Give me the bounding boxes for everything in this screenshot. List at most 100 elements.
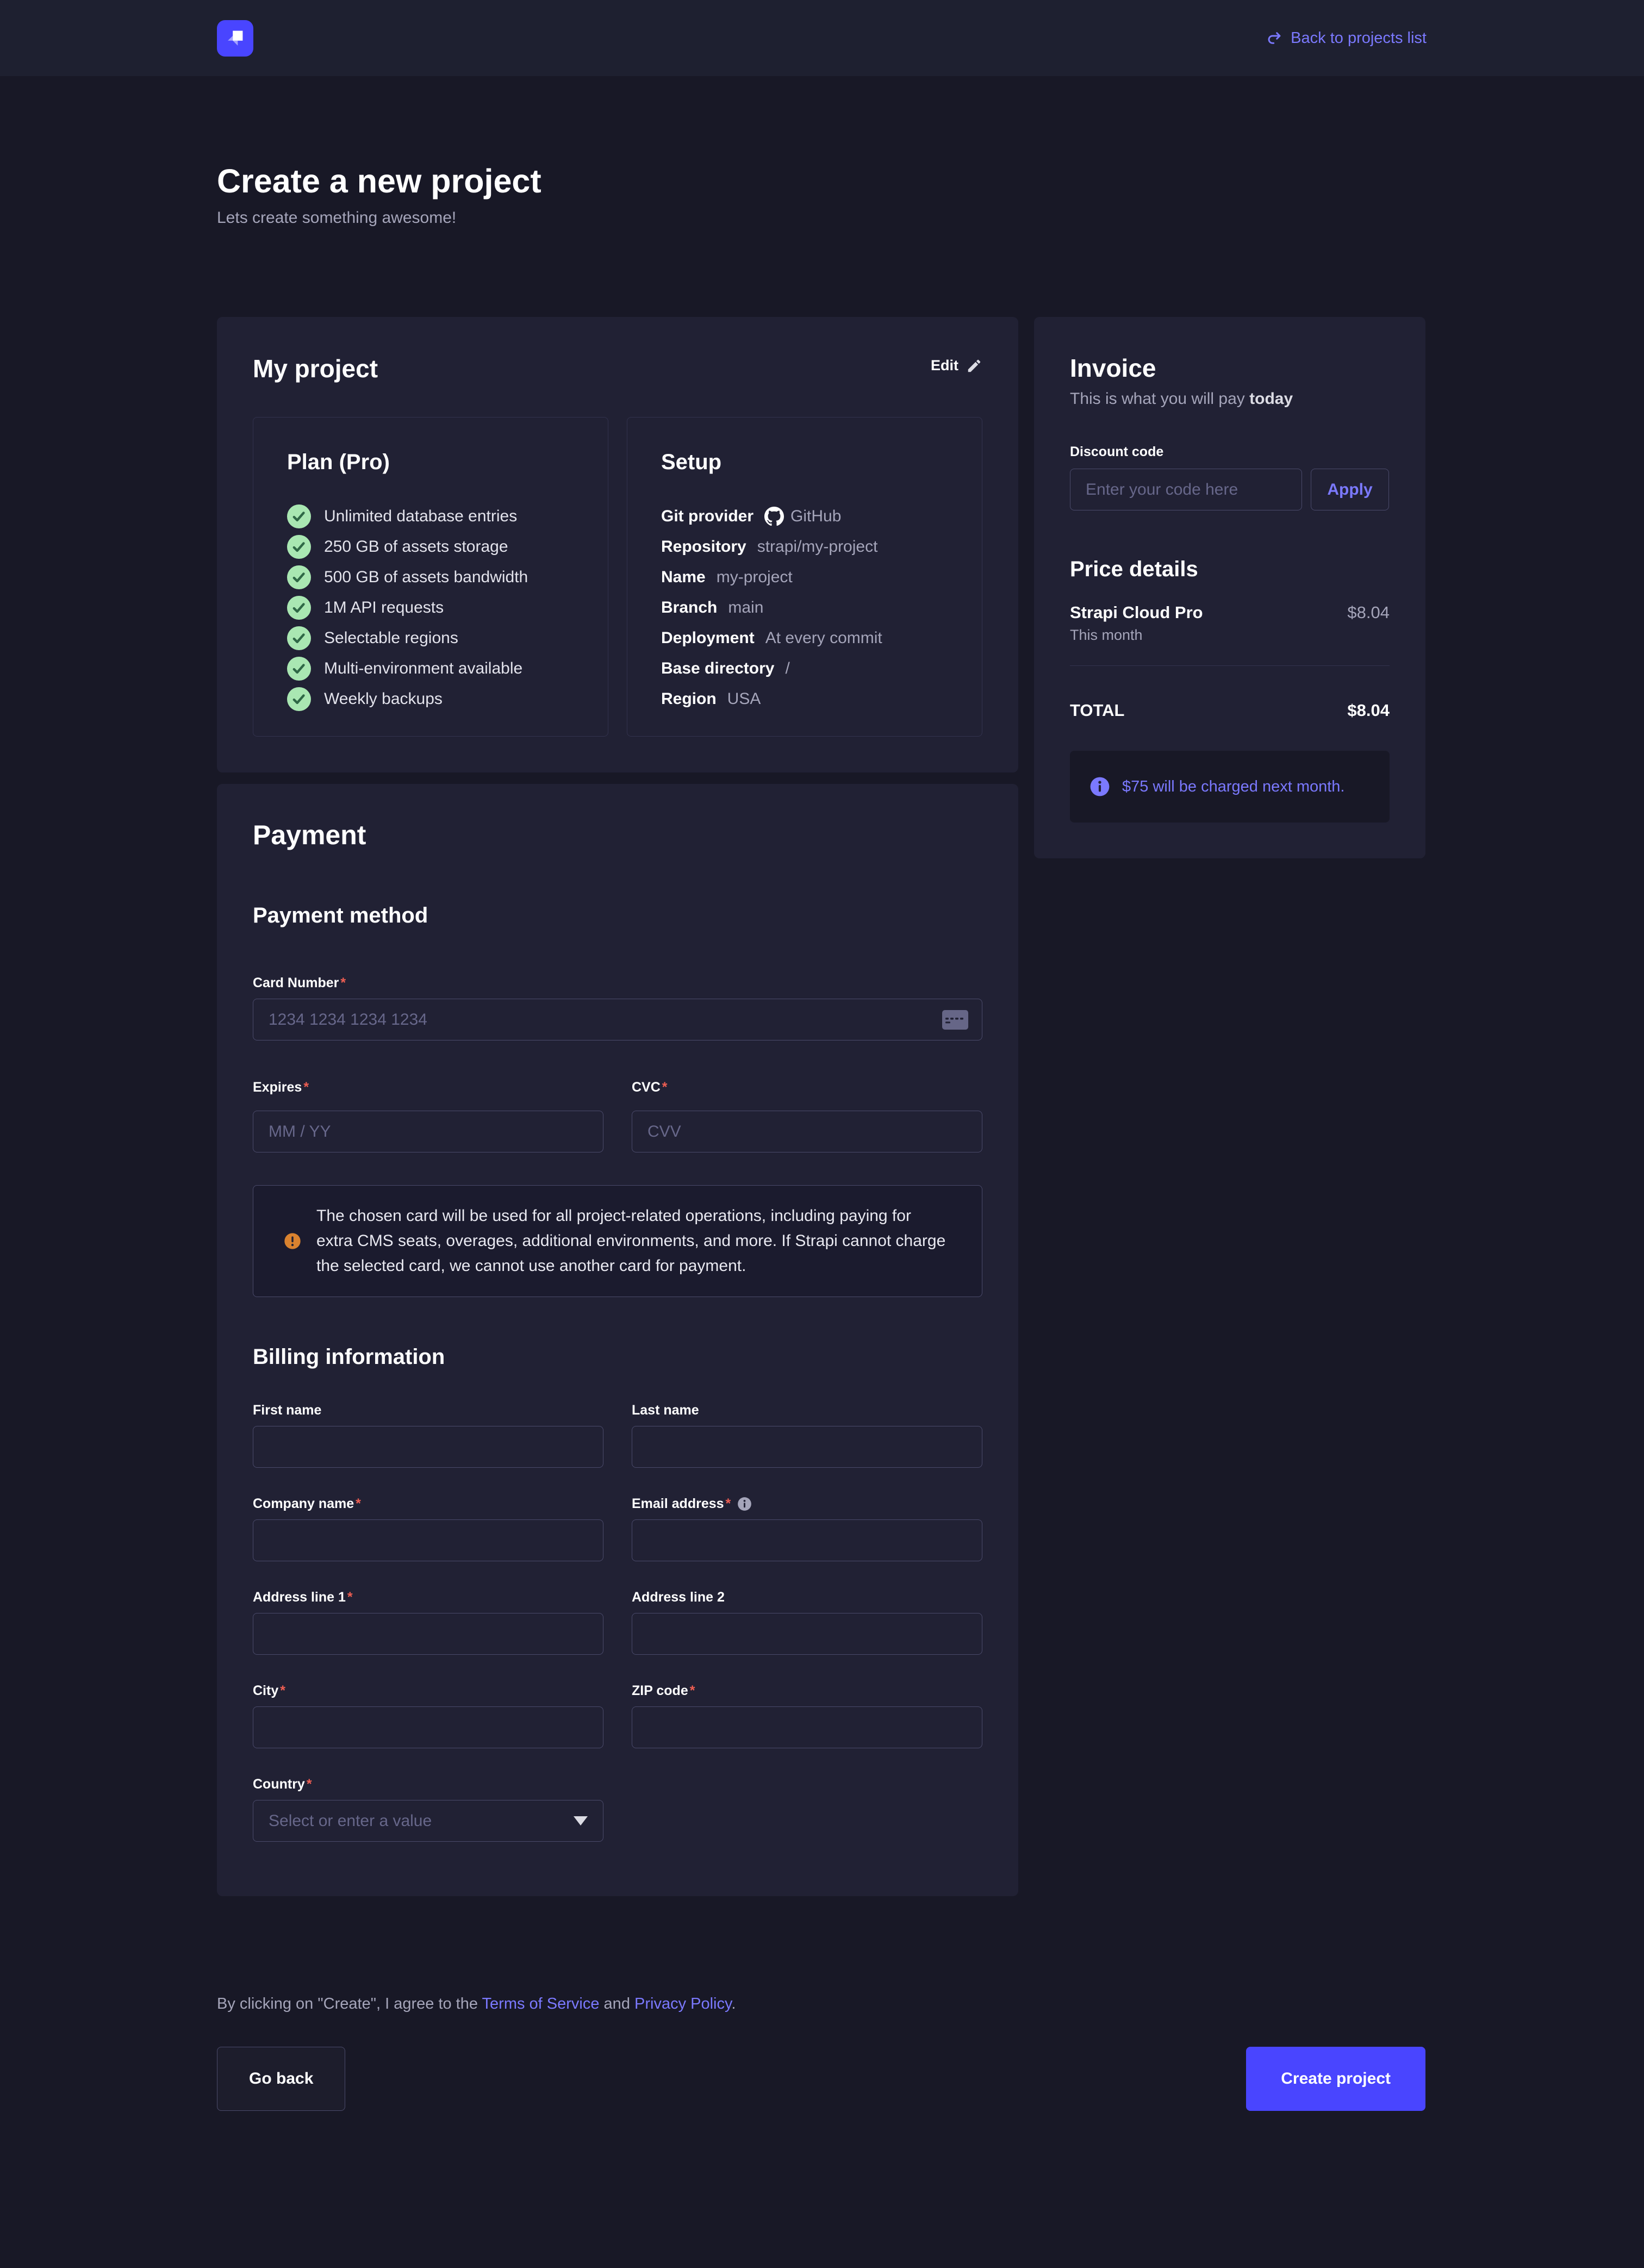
cvc-input[interactable] (632, 1111, 982, 1152)
address-line-1-input[interactable] (253, 1613, 603, 1655)
back-arrow-icon (1266, 29, 1283, 47)
company-name-field: Company name* (253, 1496, 603, 1561)
info-icon (1089, 776, 1110, 797)
edit-button[interactable]: Edit (931, 353, 982, 374)
country-select[interactable]: Select or enter a value (253, 1800, 603, 1842)
page-subtitle: Lets create something awesome! (217, 209, 1427, 227)
email-info-icon[interactable] (737, 1497, 752, 1511)
price-divider (1070, 665, 1390, 666)
zip-code-label: ZIP code* (632, 1683, 982, 1699)
address-line-2-input[interactable] (632, 1613, 982, 1655)
city-input[interactable] (253, 1706, 603, 1748)
company-name-label: Company name* (253, 1496, 603, 1512)
required-asterisk: * (303, 1080, 309, 1095)
last-name-input[interactable] (632, 1426, 982, 1468)
total-row: TOTAL $8.04 (1070, 701, 1390, 720)
first-name-label: First name (253, 1403, 603, 1418)
address-line-1-label: Address line 1* (253, 1590, 603, 1605)
company-name-input[interactable] (253, 1519, 603, 1561)
setup-title: Setup (661, 449, 948, 475)
setup-row-deployment: Deployment At every commit (661, 623, 948, 653)
plan-feature: 500 GB of assets bandwidth (287, 562, 574, 593)
setup-row-label: Repository (661, 538, 746, 556)
plan-feature: 250 GB of assets storage (287, 532, 574, 562)
invoice-card: Invoice This is what you will pay today … (1034, 317, 1425, 858)
pencil-icon (966, 358, 982, 374)
footer-actions: Go back Create project (217, 2047, 1425, 2268)
price-line-item: Strapi Cloud Pro $8.04 (1070, 603, 1390, 622)
line-item-name: Strapi Cloud Pro (1070, 603, 1203, 622)
last-name-field: Last name (632, 1403, 982, 1468)
setup-rows: Git provider GitHub Repository strapi/my… (661, 501, 948, 714)
card-number-label: Card Number* (253, 975, 982, 991)
line-item-amount: $8.04 (1347, 603, 1390, 622)
country-label: Country* (253, 1777, 603, 1792)
privacy-policy-link[interactable]: Privacy Policy (634, 1995, 731, 2012)
address-line-2-label: Address line 2 (632, 1590, 982, 1605)
plan-feature-list: Unlimited database entries 250 GB of ass… (287, 501, 574, 714)
create-project-button[interactable]: Create project (1246, 2047, 1425, 2111)
city-field: City* (253, 1683, 603, 1748)
zip-code-input[interactable] (632, 1706, 982, 1748)
discount-code-input[interactable] (1070, 469, 1302, 510)
check-icon (287, 596, 311, 620)
address-line-1-field: Address line 1* (253, 1590, 603, 1655)
required-asterisk: * (307, 1777, 312, 1792)
page-header: Create a new project Lets create somethi… (217, 76, 1427, 227)
plan-feature-label: 250 GB of assets storage (324, 538, 508, 556)
setup-row-value: At every commit (765, 629, 882, 647)
plan-feature: 1M API requests (287, 593, 574, 623)
price-details-title: Price details (1070, 556, 1390, 582)
check-icon (287, 657, 311, 681)
discount-code-label: Discount code (1070, 444, 1390, 460)
setup-row-value: main (728, 599, 763, 617)
required-asterisk: * (726, 1496, 731, 1512)
plan-feature-label: Multi-environment available (324, 659, 522, 678)
card-usage-warning: The chosen card will be used for all pro… (253, 1185, 982, 1297)
required-asterisk: * (690, 1683, 695, 1699)
payment-card: Payment Payment method Card Number* (217, 784, 1018, 1896)
setup-row-label: Branch (661, 599, 717, 617)
setup-row-label: Git provider (661, 507, 753, 526)
required-asterisk: * (347, 1590, 353, 1605)
setup-row-value: / (785, 659, 789, 678)
warning-icon (284, 1232, 301, 1250)
invoice-subtitle: This is what you will pay today (1070, 390, 1390, 408)
zip-code-field: ZIP code* (632, 1683, 982, 1748)
address-line-2-field: Address line 2 (632, 1590, 982, 1655)
strapi-logo[interactable] (217, 20, 253, 57)
total-label: TOTAL (1070, 701, 1124, 720)
go-back-button[interactable]: Go back (217, 2047, 345, 2111)
card-number-input[interactable] (253, 999, 982, 1040)
line-item-period: This month (1070, 627, 1390, 644)
plan-feature: Weekly backups (287, 684, 574, 714)
expires-field: Expires* (253, 1080, 603, 1152)
country-field: Country* Select or enter a value (253, 1777, 603, 1842)
back-to-projects-link[interactable]: Back to projects list (1266, 29, 1427, 47)
my-project-title: My project (253, 353, 378, 384)
github-icon (764, 507, 784, 526)
apply-discount-button[interactable]: Apply (1311, 469, 1389, 510)
check-icon (287, 565, 311, 589)
first-name-input[interactable] (253, 1426, 603, 1468)
my-project-card: My project Edit Plan (Pro) (217, 317, 1018, 772)
edit-button-label: Edit (931, 357, 958, 374)
total-amount: $8.04 (1347, 701, 1390, 720)
setup-box: Setup Git provider GitHub (627, 417, 982, 737)
check-icon (287, 504, 311, 528)
expires-input[interactable] (253, 1111, 603, 1152)
cvc-label: CVC* (632, 1080, 982, 1095)
back-link-label: Back to projects list (1291, 29, 1427, 47)
setup-row-value: GitHub (790, 507, 841, 526)
setup-row-value: USA (727, 690, 761, 708)
plan-feature-label: 1M API requests (324, 599, 444, 617)
setup-row-repository: Repository strapi/my-project (661, 532, 948, 562)
check-icon (287, 687, 311, 711)
chevron-down-icon (574, 1816, 588, 1825)
agreement-text: By clicking on "Create", I agree to the … (217, 1995, 1427, 2013)
setup-row-label: Deployment (661, 629, 755, 647)
setup-row-value: strapi/my-project (757, 538, 878, 556)
terms-of-service-link[interactable]: Terms of Service (482, 1995, 600, 2012)
email-address-input[interactable] (632, 1519, 982, 1561)
payment-method-title: Payment method (253, 902, 982, 929)
